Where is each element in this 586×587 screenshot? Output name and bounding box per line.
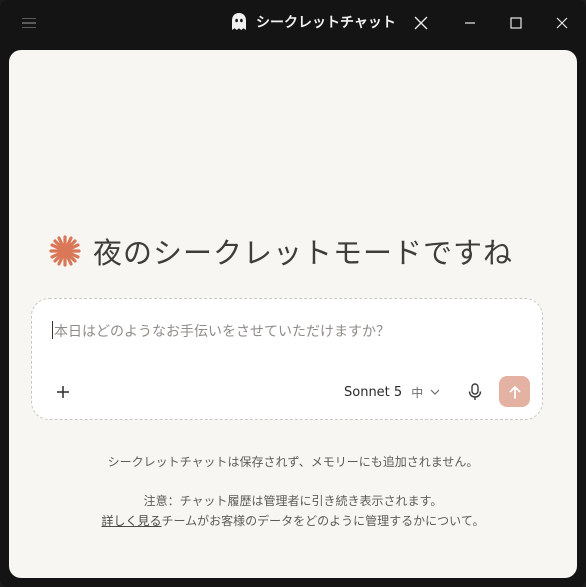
maximize-icon[interactable] <box>504 11 528 35</box>
window-close-icon[interactable] <box>550 11 574 35</box>
window-title: シークレットチャット <box>230 10 396 34</box>
close-icon[interactable] <box>409 11 433 35</box>
minimize-icon[interactable] <box>458 11 482 35</box>
window-title-text: シークレットチャット <box>256 15 396 31</box>
learn-more-text: チームがお客様のデータをどのように管理するかについて。 <box>161 514 485 528</box>
title-bar: シークレットチャット <box>0 0 586 46</box>
text-caret <box>52 321 53 339</box>
model-name: Sonnet 5 <box>344 384 403 400</box>
message-composer: Sonnet 5 中 <box>31 298 543 420</box>
arrow-up-icon <box>509 385 520 399</box>
sparkle-icon <box>49 235 81 267</box>
learn-more-line: 詳しく見るチームがお客様のデータをどのように管理するかについて。 <box>9 512 577 529</box>
learn-more-link[interactable]: 詳しく見る <box>102 514 162 528</box>
effort-level: 中 <box>411 385 424 400</box>
admin-caution: 注意：チャット履歴は管理者に引き続き表示されます。 <box>143 494 443 508</box>
app-window: シークレットチャット 夜のシークレットモードですね 本日はどのようなお手伝いをさ… <box>0 0 586 587</box>
chevron-down-icon <box>430 389 440 395</box>
prompt-input[interactable] <box>52 319 516 345</box>
chat-panel: 夜のシークレットモードですね Sonnet 5 中 <box>9 50 577 578</box>
incognito-notice: シークレットチャットは保存されず、メモリーにも追加されません。 <box>107 455 479 469</box>
ghost-icon <box>232 13 246 30</box>
send-button[interactable] <box>499 376 530 407</box>
greeting-text: 夜のシークレットモードですね <box>93 236 514 270</box>
menu-icon[interactable] <box>18 12 40 34</box>
greeting: 夜のシークレットモードですね <box>49 230 549 272</box>
plus-icon[interactable] <box>50 379 76 405</box>
microphone-icon[interactable] <box>462 379 488 405</box>
model-selector[interactable]: Sonnet 5 中 <box>344 381 440 403</box>
